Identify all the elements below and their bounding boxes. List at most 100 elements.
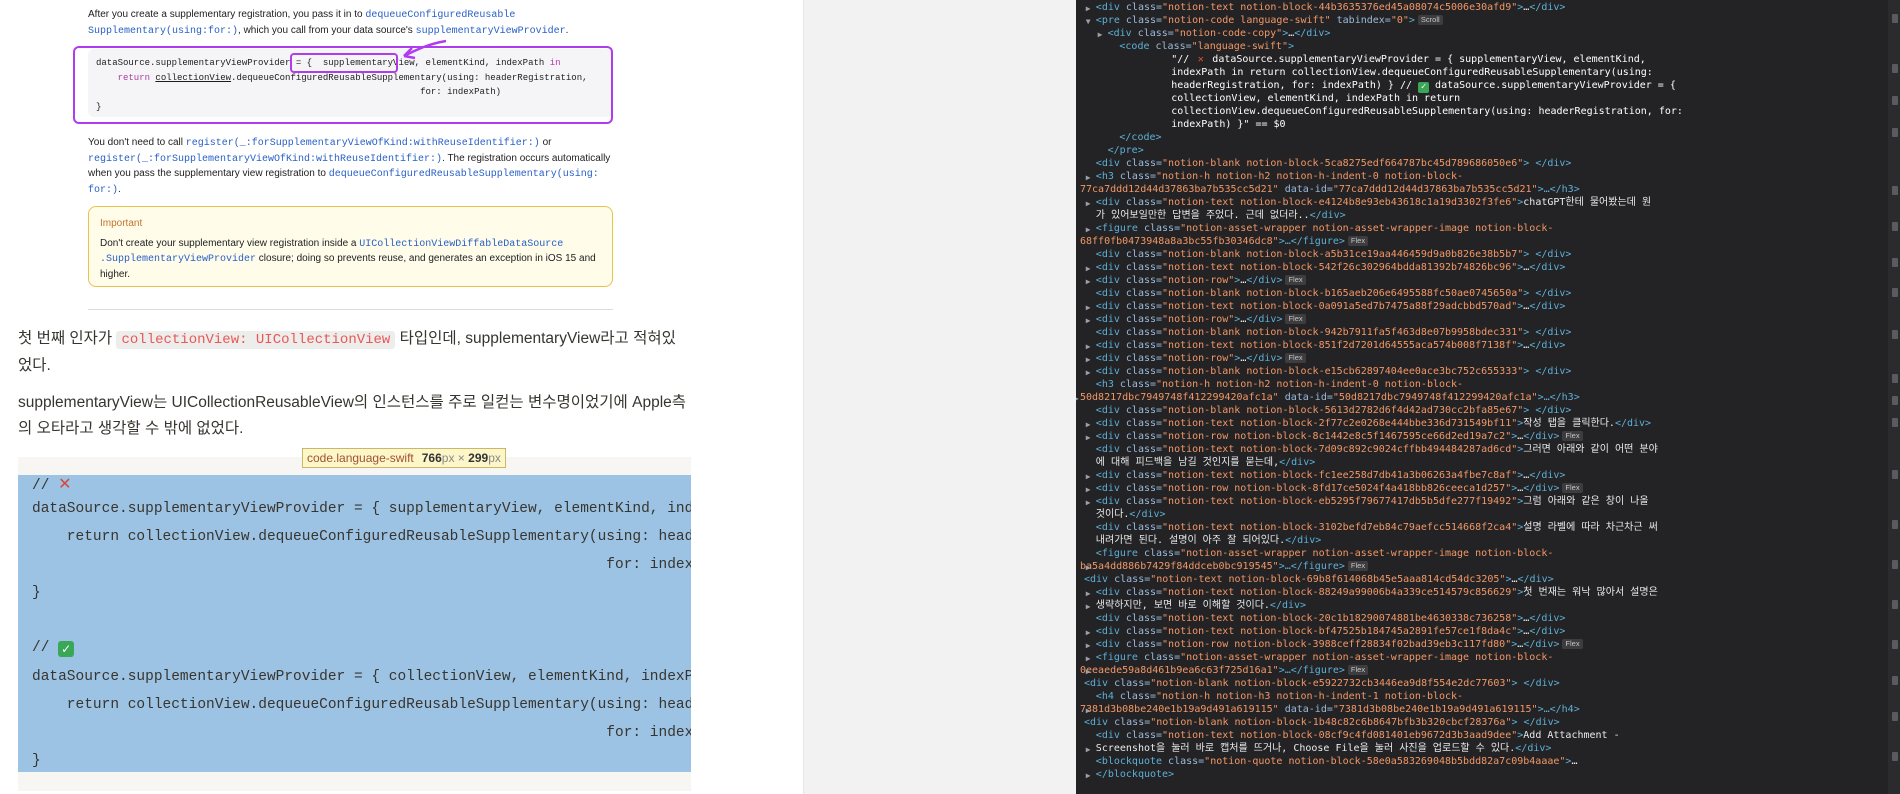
dom-node-line[interactable]: <div class="notion-text notion-block-542… xyxy=(1096,261,1566,274)
dom-node-line[interactable]: indexPath) }" == $0 xyxy=(1171,118,1285,131)
dom-node-line[interactable]: <h3 class="notion-h notion-h2 notion-h-i… xyxy=(1096,170,1463,183)
dom-node-line[interactable]: 77ca7ddd12d44d37863ba7b535cc5d21" data-i… xyxy=(1080,183,1580,196)
badge-flex[interactable]: Flex xyxy=(1285,275,1306,285)
expand-triangle-icon[interactable]: ▶ xyxy=(1086,769,1091,782)
doc-link-dequeue-2b[interactable]: for:) xyxy=(88,185,118,196)
dom-node-line[interactable]: 68ff0fb0473948a8a3bc55fb30346dc8">…</fig… xyxy=(1080,235,1369,248)
expand-triangle-icon[interactable]: ▶ xyxy=(1086,639,1091,652)
badge-flex[interactable]: Flex xyxy=(1347,236,1369,246)
dom-node-line[interactable]: 0eeaede59a8d461b9ea6c63f725d16a1">…</fig… xyxy=(1080,664,1369,677)
dom-node-line[interactable]: <div class="notion-row">…</div> Flex xyxy=(1096,313,1306,326)
dom-node-line[interactable]: <div class="notion-text notion-block-fc1… xyxy=(1096,469,1566,482)
expand-triangle-icon[interactable]: ▶ xyxy=(1086,275,1091,288)
dom-node-line[interactable]: <div class="notion-code-copy">…</div> xyxy=(1108,27,1331,40)
dom-node-line[interactable]: 가 있어보일만한 답변을 주었다. 근데 없더라..</div> xyxy=(1096,209,1346,222)
important-link-b[interactable]: .SupplementaryViewProvider xyxy=(100,254,256,265)
doc-link-dequeue[interactable]: dequeueConfiguredReusable xyxy=(365,10,515,21)
dom-node-line[interactable]: <div class="notion-text notion-block-69b… xyxy=(1084,573,1554,586)
expand-triangle-icon[interactable]: ▶ xyxy=(1086,496,1091,509)
dom-node-line[interactable]: 것이다.</div> xyxy=(1096,508,1166,521)
dom-node-line[interactable]: <figure class="notion-asset-wrapper noti… xyxy=(1096,222,1554,235)
dom-node-line[interactable]: <div class="notion-blank notion-block-1b… xyxy=(1084,716,1560,729)
dom-node-line[interactable]: <div class="notion-blank notion-block-94… xyxy=(1096,326,1572,339)
expand-triangle-icon[interactable]: ▶ xyxy=(1098,28,1103,41)
expand-triangle-icon[interactable]: ▶ xyxy=(1086,314,1091,327)
dom-node-line[interactable]: "// ✕ dataSource.supplementaryViewProvid… xyxy=(1171,53,1646,66)
expand-triangle-icon[interactable]: ▶ xyxy=(1086,600,1091,613)
expand-triangle-icon[interactable]: ▶ xyxy=(1086,353,1091,366)
dom-node-line[interactable]: indexPath in return collectionView.deque… xyxy=(1171,66,1653,79)
expand-triangle-icon[interactable]: ▶ xyxy=(1086,483,1091,496)
dom-node-line[interactable]: headerRegistration, for: indexPath) } //… xyxy=(1171,79,1676,93)
dom-node-line[interactable]: <div class="notion-text notion-block-44b… xyxy=(1096,1,1566,14)
dom-node-line[interactable]: <div class="notion-text notion-block-882… xyxy=(1096,586,1658,599)
expand-triangle-icon[interactable]: ▶ xyxy=(1076,392,1079,405)
dom-node-line[interactable]: ba5a4dd886b7429f84ddceb0bc919545">…</fig… xyxy=(1080,560,1369,573)
dom-node-line[interactable]: </blockquote> xyxy=(1096,768,1174,781)
expand-triangle-icon[interactable]: ▶ xyxy=(1086,743,1091,756)
badge-flex[interactable]: Flex xyxy=(1347,665,1369,675)
dom-node-line[interactable]: <div class="notion-text notion-block-310… xyxy=(1096,521,1658,534)
badge-flex[interactable]: Flex xyxy=(1285,314,1306,324)
badge-scroll[interactable]: Scroll xyxy=(1417,15,1443,25)
doc-link-provider[interactable]: supplementaryViewProvider xyxy=(416,26,566,37)
dom-node-line[interactable]: <div class="notion-blank notion-block-e5… xyxy=(1084,677,1560,690)
expand-triangle-icon[interactable]: ▶ xyxy=(1086,431,1091,444)
expand-triangle-icon[interactable]: ▶ xyxy=(1086,366,1091,379)
dom-node-line[interactable]: <div class="notion-row">…</div> Flex xyxy=(1096,352,1306,365)
dom-node-line[interactable]: <h3 class="notion-h notion-h2 notion-h-i… xyxy=(1096,378,1463,391)
expand-triangle-icon[interactable]: ▶ xyxy=(1086,2,1091,15)
dom-node-line[interactable]: <div class="notion-blank notion-block-a5… xyxy=(1096,248,1572,261)
dom-node-line[interactable]: <div class="notion-blank notion-block-56… xyxy=(1096,404,1572,417)
dom-node-line[interactable]: <div class="notion-text notion-block-08c… xyxy=(1096,729,1620,742)
expand-triangle-icon[interactable]: ▶ xyxy=(1086,626,1091,639)
dom-node-line[interactable]: 50d8217dbc7949748f412299420afc1a" data-i… xyxy=(1080,391,1580,404)
collapse-triangle-icon[interactable]: ▼ xyxy=(1086,15,1091,28)
doc-link-register-2[interactable]: register(_:forSupplementaryViewOfKind:wi… xyxy=(88,154,442,165)
dom-node-line[interactable]: <div class="notion-row">…</div> Flex xyxy=(1096,274,1306,287)
badge-flex[interactable]: Flex xyxy=(1562,639,1583,649)
dom-node-line[interactable]: </pre> xyxy=(1108,144,1144,157)
dom-node-line[interactable]: <div class="notion-blank notion-block-b1… xyxy=(1096,287,1572,300)
dom-node-line[interactable]: Screenshot을 눌러 바로 캡처를 뜨거나, Choose File을 … xyxy=(1096,742,1552,755)
doc-link-dequeue-2[interactable]: dequeueConfiguredReusableSupplementary(u… xyxy=(329,169,599,180)
dom-node-line[interactable]: 생략하지만, 보면 바로 이해할 것이다.</div> xyxy=(1096,599,1306,612)
expand-triangle-icon[interactable]: ▶ xyxy=(1086,418,1091,431)
doc-link-dequeue-b[interactable]: Supplementary(using:for:) xyxy=(88,26,238,37)
dom-node-line[interactable]: <div class="notion-text notion-block-0a0… xyxy=(1096,300,1566,313)
dom-node-line[interactable]: 7381d3b08be240e1b19a9d491a619115" data-i… xyxy=(1080,703,1580,716)
dom-node-line[interactable]: <div class="notion-text notion-block-2f7… xyxy=(1096,417,1651,430)
expand-triangle-icon[interactable]: ▶ xyxy=(1086,470,1091,483)
dom-node-line[interactable]: <div class="notion-row notion-block-8c14… xyxy=(1096,430,1583,443)
expand-triangle-icon[interactable]: ▶ xyxy=(1086,587,1091,600)
badge-flex[interactable]: Flex xyxy=(1285,353,1306,363)
devtools-elements-panel[interactable]: <div class="notion-text notion-block-44b… xyxy=(1076,0,1888,794)
important-link[interactable]: UICollectionViewDiffableDataSource xyxy=(359,239,563,250)
dom-node-line[interactable]: <div class="notion-text notion-block-bf4… xyxy=(1096,625,1566,638)
dom-node-line[interactable]: 에 대해 피드백을 남길 것인지를 묻는데,</div> xyxy=(1096,456,1315,469)
badge-flex[interactable]: Flex xyxy=(1562,431,1583,441)
expand-triangle-icon[interactable]: ▶ xyxy=(1086,340,1091,353)
dom-node-line[interactable]: <div class="notion-text notion-block-20c… xyxy=(1096,612,1566,625)
dom-node-line[interactable]: <figure class="notion-asset-wrapper noti… xyxy=(1096,651,1554,664)
doc-link-register-1[interactable]: register(_:forSupplementaryViewOfKind:wi… xyxy=(186,138,540,149)
dom-node-line[interactable]: <figure class="notion-asset-wrapper noti… xyxy=(1096,547,1554,560)
dom-node-line[interactable]: <div class="notion-blank notion-block-e1… xyxy=(1096,365,1572,378)
dom-node-line[interactable]: <div class="notion-row notion-block-8fd1… xyxy=(1096,482,1583,495)
dom-node-line[interactable]: <pre class="notion-code language-swift" … xyxy=(1096,14,1443,27)
expand-triangle-icon[interactable]: ▶ xyxy=(1086,197,1091,210)
badge-flex[interactable]: Flex xyxy=(1347,561,1369,571)
dom-node-line[interactable]: <div class="notion-text notion-block-7d0… xyxy=(1096,443,1658,456)
dom-node-line[interactable]: <div class="notion-row notion-block-3988… xyxy=(1096,638,1583,651)
dom-node-line[interactable]: <h4 class="notion-h notion-h3 notion-h-i… xyxy=(1096,690,1463,703)
dom-node-line[interactable]: <div class="notion-text notion-block-eb5… xyxy=(1096,495,1649,508)
dom-node-line[interactable]: </code> xyxy=(1119,131,1161,144)
dom-node-line[interactable]: <div class="notion-blank notion-block-5c… xyxy=(1096,157,1572,170)
dom-node-line[interactable]: <blockquote class="notion-quote notion-b… xyxy=(1096,755,1578,768)
expand-triangle-icon[interactable]: ▶ xyxy=(1086,262,1091,275)
expand-triangle-icon[interactable]: ▶ xyxy=(1086,301,1091,314)
dom-node-line[interactable]: 내려가면 된다. 설명이 아주 잘 되어있다.</div> xyxy=(1096,534,1321,547)
dom-node-line[interactable]: collectionView.dequeueConfiguredReusable… xyxy=(1171,105,1683,118)
badge-flex[interactable]: Flex xyxy=(1562,483,1583,493)
dom-node-line[interactable]: <div class="notion-text notion-block-e41… xyxy=(1096,196,1651,209)
